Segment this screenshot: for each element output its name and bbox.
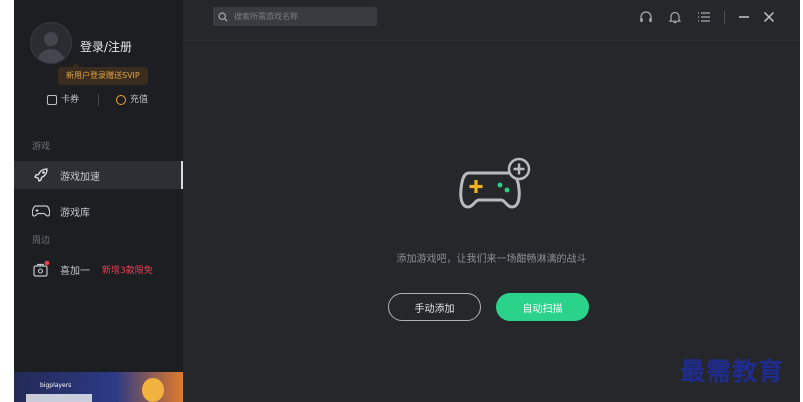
search-input[interactable] [232,11,376,22]
search-box[interactable] [213,7,377,26]
sidebar: 登录/注册 新用户登录赠送SVIP 卡券 充值 游戏 游戏加速 游戏库 周边 喜… [14,0,183,402]
promo-banner[interactable]: bigplayers [14,372,183,402]
manual-add-button[interactable]: 手动添加 [388,293,481,321]
banner-title-graphic [26,394,92,402]
sidebar-item-game-boost[interactable]: 游戏加速 [14,161,183,189]
watermark: 最需教育 [680,357,785,386]
vip-promo-badge[interactable]: 新用户登录赠送SVIP [58,63,148,85]
banner-mascot [142,378,164,402]
sidebar-item-label: 游戏库 [60,207,90,219]
app-window: 登录/注册 新用户登录赠送SVIP 卡券 充值 游戏 游戏加速 游戏库 周边 喜… [14,0,800,402]
section-label-games: 游戏 [32,142,51,152]
headset-icon[interactable] [638,9,654,25]
close-icon[interactable] [761,9,777,25]
empty-state-text: 添加游戏吧，让我们来一场酣畅淋漓的战斗 [396,254,587,265]
gamepad-icon [32,203,50,219]
coupon-icon [47,95,57,105]
minimize-icon[interactable] [736,9,752,25]
coupon-label: 卡券 [61,95,80,105]
login-register-link[interactable]: 登录/注册 [80,38,132,55]
avatar-body [37,49,65,63]
menu-icon[interactable] [696,9,712,25]
rocket-icon [32,167,50,183]
add-game-icon [455,155,535,219]
coupon-button[interactable]: 卡券 [47,92,79,108]
sidebar-item-label: 喜加一 [60,265,90,277]
search-icon [218,11,228,22]
top-bar [183,0,800,41]
free-games-badge: 新增3款限免 [102,265,153,276]
avatar[interactable] [30,22,72,64]
recharge-label: 充值 [130,95,149,105]
avatar-head [44,32,58,46]
auto-scan-button[interactable]: 自动扫描 [496,293,589,321]
banner-brand: bigplayers [40,382,72,389]
sidebar-item-game-library[interactable]: 游戏库 [14,197,183,225]
quick-divider [98,94,99,106]
coin-icon [116,95,126,105]
toolbar-divider [724,11,725,24]
bell-icon[interactable] [667,9,683,25]
gift-icon [32,260,50,277]
recharge-button[interactable]: 充值 [116,92,148,108]
sidebar-item-free-games[interactable]: 喜加一 新增3款限免 [14,255,183,283]
section-label-nearby: 周边 [32,236,51,246]
sidebar-item-label: 游戏加速 [60,171,100,183]
